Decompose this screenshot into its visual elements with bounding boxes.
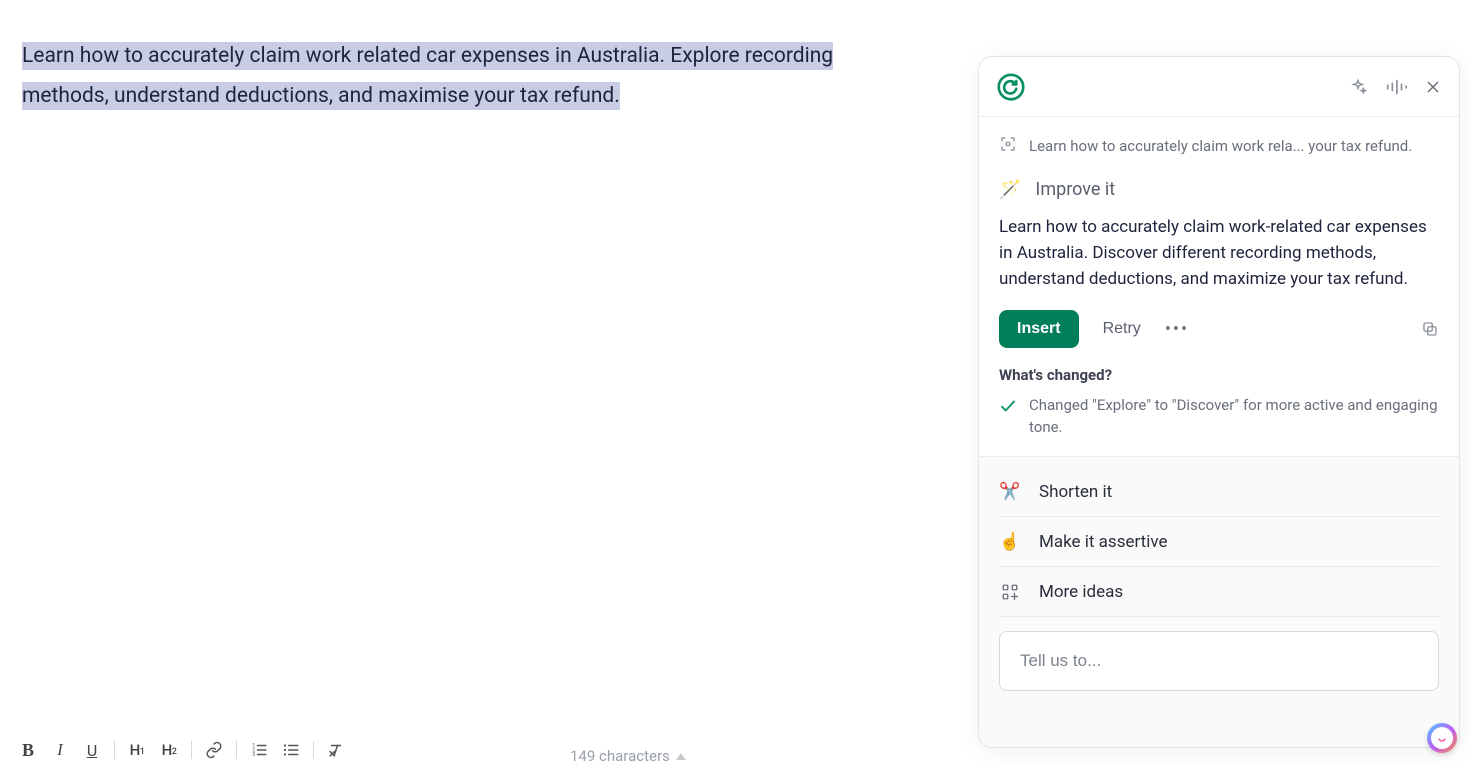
more-ideas-option[interactable]: More ideas: [999, 567, 1439, 617]
insert-button[interactable]: Insert: [999, 310, 1079, 348]
suggestion-text: Learn how to accurately claim work-relat…: [999, 214, 1439, 292]
toolbar-separator: [114, 741, 115, 759]
toolbar-separator: [191, 741, 192, 759]
copy-icon[interactable]: [1421, 320, 1439, 338]
shorten-it-option[interactable]: ✂️ Shorten it: [999, 467, 1439, 517]
expand-up-icon: [676, 753, 686, 760]
retry-button[interactable]: Retry: [1097, 319, 1147, 339]
underline-button[interactable]: U: [76, 736, 108, 764]
clear-formatting-button[interactable]: [320, 736, 352, 764]
sparkle-icon[interactable]: [1349, 78, 1367, 96]
close-icon[interactable]: [1425, 79, 1441, 95]
document-editor[interactable]: Learn how to accurately claim work relat…: [22, 36, 922, 116]
section-title-text: Improve it: [1035, 179, 1115, 200]
character-count[interactable]: 149 characters: [570, 747, 686, 765]
improve-it-heading: 🪄 Improve it: [999, 179, 1439, 200]
heading1-button[interactable]: H1: [121, 736, 153, 764]
make-assertive-option[interactable]: ☝️ Make it assertive: [999, 517, 1439, 567]
change-item: Changed "Explore" to "Discover" for more…: [999, 394, 1439, 438]
panel-header: [979, 57, 1459, 117]
voice-waveform-icon[interactable]: [1385, 78, 1407, 96]
svg-text:3: 3: [252, 752, 255, 758]
formatting-toolbar: B I U H1 H2 123: [12, 733, 352, 767]
toolbar-separator: [236, 741, 237, 759]
make-assertive-label: Make it assertive: [1039, 532, 1168, 552]
suggestion-actions: Insert Retry •••: [999, 310, 1439, 348]
change-item-text: Changed "Explore" to "Discover" for more…: [1029, 394, 1439, 438]
bullet-list-button[interactable]: [275, 736, 307, 764]
pointing-up-icon: ☝️: [999, 532, 1021, 552]
assistant-fab[interactable]: [1427, 723, 1457, 753]
italic-button[interactable]: I: [44, 736, 76, 764]
prompt-input[interactable]: [1018, 650, 1420, 672]
grammarly-panel: Learn how to accurately claim work rela.…: [978, 56, 1460, 748]
shorten-it-label: Shorten it: [1039, 482, 1112, 502]
prompt-input-box[interactable]: [999, 631, 1439, 691]
context-summary-text: Learn how to accurately claim work rela.…: [1029, 137, 1412, 155]
character-count-label: 149 characters: [570, 747, 670, 765]
bold-button[interactable]: B: [12, 736, 44, 764]
link-button[interactable]: [198, 736, 230, 764]
more-ideas-icon: [999, 583, 1021, 601]
grammarly-logo-icon[interactable]: [997, 73, 1025, 101]
magic-wand-icon: 🪄: [999, 179, 1021, 200]
context-summary-row[interactable]: Learn how to accurately claim work rela.…: [999, 135, 1439, 157]
panel-body: Learn how to accurately claim work rela.…: [979, 117, 1459, 456]
whats-changed-heading: What's changed?: [999, 366, 1439, 384]
selected-text[interactable]: Learn how to accurately claim work relat…: [22, 42, 833, 110]
selection-context-icon: [999, 135, 1017, 157]
scissors-icon: ✂️: [999, 482, 1021, 502]
more-actions-icon[interactable]: •••: [1165, 319, 1189, 340]
panel-lower: ✂️ Shorten it ☝️ Make it assertive More …: [979, 456, 1459, 747]
numbered-list-button[interactable]: 123: [243, 736, 275, 764]
smile-icon: [1431, 727, 1453, 749]
more-ideas-label: More ideas: [1039, 582, 1123, 602]
checkmark-icon: [999, 397, 1017, 438]
heading2-button[interactable]: H2: [153, 736, 185, 764]
toolbar-separator: [313, 741, 314, 759]
